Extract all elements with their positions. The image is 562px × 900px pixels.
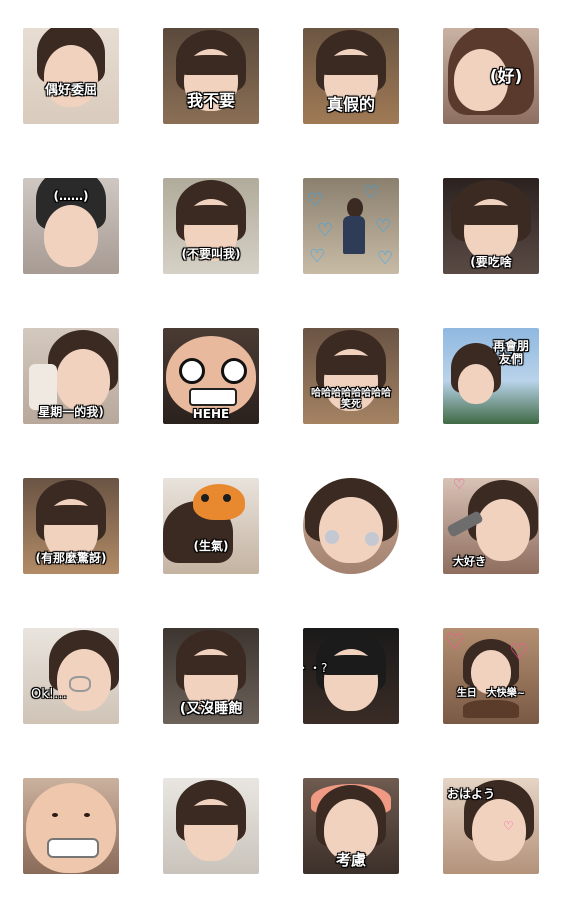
sticker-22[interactable] [163, 778, 259, 874]
heart-icon: ♡ [309, 246, 326, 267]
sticker-8[interactable]: (要吃啥 [443, 178, 539, 274]
sticker-13[interactable]: (有那麼驚訝) [23, 478, 119, 574]
sticker-6[interactable]: (不要叫我) [163, 178, 259, 274]
sticker-caption: (好) [489, 67, 523, 87]
sticker-9[interactable]: 星期一的我) [23, 328, 119, 424]
sticker-20[interactable]: ♡ ♡ 生日 大快樂~ [443, 628, 539, 724]
heart-icon: ♡ [363, 182, 380, 203]
sticker-caption: 再會朋友們 [492, 339, 529, 367]
sticker-2[interactable]: 我不要 [163, 28, 259, 124]
sticker-caption: (又沒睡飽 [179, 701, 243, 717]
sticker-18[interactable]: (又沒睡飽 [163, 628, 259, 724]
sticker-caption: 哈哈哈哈哈哈哈哈笑死 [311, 388, 391, 410]
sticker-caption: 考慮 [335, 851, 366, 869]
sticker-caption: 生日 大快樂~ [456, 688, 526, 699]
heart-icon: ♡ [453, 478, 466, 493]
sticker-caption: (生氣) [193, 539, 229, 553]
sticker-7[interactable]: ♡ ♡ ♡ ♡ ♡ ♡ [303, 178, 399, 274]
sticker-caption: (要吃啥 [470, 255, 512, 269]
heart-icon: ♡ [377, 248, 394, 269]
sticker-10[interactable]: HEHE [163, 328, 259, 424]
sticker-caption: おはよう [447, 787, 496, 801]
sticker-14[interactable]: (生氣) [163, 478, 259, 574]
sticker-caption: HEHE [192, 407, 230, 421]
sticker-caption: (……) [53, 189, 89, 203]
sticker-caption: 真假的 [326, 95, 375, 114]
sticker-19[interactable]: ・・? [303, 628, 399, 724]
sticker-15[interactable] [303, 478, 399, 574]
sticker-12[interactable]: 再會朋友們 [443, 328, 539, 424]
sticker-caption: 星期一的我) [38, 405, 104, 419]
heart-icon: ♡ [317, 220, 334, 241]
sticker-caption: ・・? [303, 661, 328, 675]
sticker-1[interactable]: 偶好委屈 [23, 28, 119, 124]
sticker-5[interactable]: (……) [23, 178, 119, 274]
heart-icon: ♡ [509, 640, 529, 665]
sticker-caption: 偶好委屈 [44, 83, 97, 98]
heart-icon: ♡ [445, 630, 465, 655]
sticker-23[interactable]: 考慮 [303, 778, 399, 874]
sticker-caption: 大好き [453, 555, 486, 568]
heart-icon: ♡ [375, 216, 392, 237]
sticker-17[interactable]: Ok!… [23, 628, 119, 724]
sticker-caption: (不要叫我) [181, 247, 241, 261]
sticker-11[interactable]: 哈哈哈哈哈哈哈哈笑死 [303, 328, 399, 424]
sticker-caption: (有那麼驚訝) [35, 551, 107, 565]
sticker-21[interactable] [23, 778, 119, 874]
heart-icon: ♡ [307, 190, 324, 211]
sticker-16[interactable]: ♡ 大好き [443, 478, 539, 574]
heart-icon: ♡ [503, 819, 514, 833]
sticker-3[interactable]: 真假的 [303, 28, 399, 124]
sticker-caption: Ok!… [31, 687, 67, 702]
sticker-caption: 我不要 [186, 91, 235, 110]
sticker-grid: 偶好委屈 我不要 真假的 (好) (……) (不要叫我) ♡ ♡ ♡ ♡ ♡ ♡ [0, 0, 562, 900]
sticker-4[interactable]: (好) [443, 28, 539, 124]
sticker-24[interactable]: ♡ おはよう [443, 778, 539, 874]
